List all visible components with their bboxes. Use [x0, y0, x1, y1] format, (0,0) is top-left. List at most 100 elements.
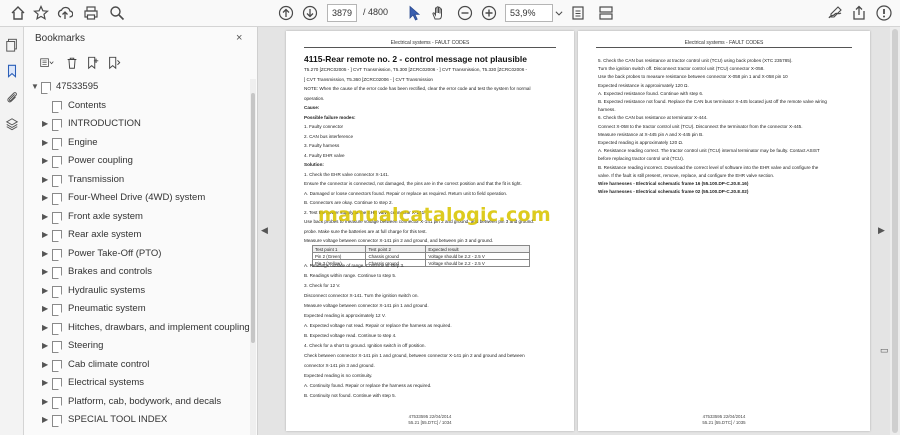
zoom-search-icon[interactable] [107, 3, 127, 23]
page-up-icon[interactable] [276, 3, 296, 23]
zoom-out-icon[interactable] [455, 3, 475, 23]
bookmark-tree: ▼ 47533595 Contents ▶ INTRODUCTION ▶ Engin… [24, 79, 249, 435]
print-icon[interactable] [81, 3, 101, 23]
page-text-line: B. Resistance reading incorrect. Downloa… [598, 164, 819, 170]
bookmark-item[interactable]: ▶ INTRODUCTION [24, 116, 249, 134]
bookmarks-scroll-thumb[interactable] [251, 93, 255, 343]
bookmark-item[interactable]: ▶ Hitches, drawbars, and implement coupli… [24, 320, 249, 338]
page-footer: 47533595 22/04/2014 55.21 [55.DTC] / 103… [286, 414, 574, 425]
bookmark-item[interactable]: ▶ Front axle system [24, 209, 249, 227]
bookmark-item[interactable]: ▶ Steering [24, 338, 249, 356]
expand-caret-icon[interactable]: ▶ [42, 119, 48, 128]
pages-icon[interactable] [3, 36, 21, 54]
home-icon[interactable] [8, 3, 28, 23]
expand-caret-icon[interactable]: ▶ [42, 193, 48, 202]
bookmark-item[interactable]: ▶ Power Take-Off (PTO) [24, 246, 249, 264]
bookmark-item[interactable]: ▶ Brakes and controls [24, 264, 249, 282]
expand-caret-icon[interactable]: ▶ [42, 304, 48, 313]
page-down-icon[interactable] [300, 3, 320, 23]
zoom-level-input[interactable]: 53,9% [505, 4, 553, 22]
sign-icon[interactable] [825, 3, 845, 23]
page-text-line: 4. Faulty EHR valve [304, 152, 345, 158]
table-header: Expected result [425, 245, 530, 253]
bookmark-item[interactable]: Contents [24, 98, 249, 116]
expand-caret-icon[interactable]: ▶ [42, 415, 48, 424]
expand-caret-icon[interactable]: ▶ [42, 175, 48, 184]
zoom-in-icon[interactable] [479, 3, 499, 23]
document-scrollbar[interactable] [890, 27, 900, 435]
bookmark-item[interactable]: ▶ Cab climate control [24, 357, 249, 375]
bookmark-label: INTRODUCTION [68, 118, 141, 129]
bookmark-page-icon [52, 119, 62, 131]
bookmark-item[interactable]: ▶ Transmission [24, 172, 249, 190]
attachments-icon[interactable] [3, 88, 21, 106]
bookmark-item[interactable]: ▶ Hydraulic systems [24, 283, 249, 301]
collapse-caret-icon[interactable]: ▼ [31, 82, 39, 91]
bookmark-item[interactable]: ▶ Power coupling [24, 153, 249, 171]
page-text-line: B. Expected voltage read. Continue to st… [304, 333, 397, 338]
expand-caret-icon[interactable]: ▶ [42, 286, 48, 295]
header-rule [304, 47, 556, 48]
expand-bookmark-icon[interactable] [106, 55, 122, 71]
expand-caret-icon[interactable]: ▶ [42, 230, 48, 239]
comment-bubble-icon[interactable]: ▭ [880, 345, 890, 355]
expand-caret-icon[interactable]: ▶ [42, 212, 48, 221]
share-icon[interactable] [849, 3, 869, 23]
bookmark-item[interactable]: ▶ Electrical systems [24, 375, 249, 393]
select-cursor-icon[interactable] [404, 3, 424, 23]
bookmark-item[interactable]: ▶ Four-Wheel Drive (4WD) system [24, 190, 249, 208]
scroll-mode-icon[interactable] [596, 3, 616, 23]
hand-icon[interactable] [428, 3, 448, 23]
expand-caret-icon[interactable]: ▶ [42, 267, 48, 276]
zoom-dropdown-icon[interactable] [554, 3, 564, 23]
expand-caret-icon[interactable]: ▶ [42, 156, 48, 165]
expand-caret-icon[interactable]: ▶ [42, 249, 48, 258]
header-rule [596, 47, 852, 48]
bookmark-item[interactable]: ▶ SPECIAL TOOL INDEX [24, 412, 249, 430]
bookmark-item[interactable]: ▶ Pneumatic system [24, 301, 249, 319]
expand-caret-icon[interactable]: ▶ [42, 360, 48, 369]
expand-caret-icon[interactable]: ▶ [42, 341, 48, 350]
page-text-line: NOTE: When the cause of the error code h… [304, 86, 531, 91]
upload-icon[interactable] [55, 3, 75, 23]
page-number-input[interactable]: 3879 [327, 4, 357, 22]
bookmark-page-icon [52, 193, 62, 205]
expand-caret-icon[interactable]: ▶ [42, 397, 48, 406]
page-text-line: A. Resistance reading correct. The tract… [598, 148, 820, 154]
page-text-line: Connect X-058 to the tractor control uni… [598, 123, 803, 129]
page-text-line: Disconnect connector X-141. Turn the ign… [304, 293, 419, 298]
page-text-line: A. Continuity found. Repair or replace t… [304, 383, 432, 388]
page-text-line: Check between connector X-141 pin 1 and … [304, 353, 525, 358]
next-page-arrow-icon[interactable]: ▶ [878, 225, 885, 236]
layers-icon[interactable] [3, 115, 21, 133]
bookmark-star-icon[interactable] [31, 3, 51, 23]
delete-bookmark-icon[interactable] [64, 55, 80, 71]
bookmark-page-icon [52, 341, 62, 353]
bookmark-root[interactable]: ▼ 47533595 [24, 79, 249, 97]
page-text-line: ] CVT Transmission, T5.360 [ZCRC02006 - … [304, 76, 433, 82]
expand-caret-icon[interactable]: ▶ [42, 323, 48, 332]
page-text-line: Ensure the connector is connected, not d… [304, 181, 522, 186]
page-text-line: 4. Check for a short to ground. Ignition… [304, 343, 426, 348]
document-scroll-thumb[interactable] [892, 29, 898, 433]
bookmark-page-icon [52, 415, 62, 427]
collapse-panel-arrow-icon[interactable]: ◀ [261, 225, 268, 236]
bookmark-label: Electrical systems [68, 377, 145, 388]
bookmark-page-icon [52, 156, 62, 168]
page-text-line: probe. Make sure the batteries are at fu… [304, 228, 427, 234]
bookmark-item[interactable]: ▶ Engine [24, 135, 249, 153]
bookmarks-icon[interactable] [3, 62, 21, 80]
account-icon[interactable] [874, 3, 894, 23]
bookmarks-scrollbar[interactable] [250, 79, 256, 435]
bookmark-item[interactable]: ▶ Rear axle system [24, 227, 249, 245]
expand-caret-icon[interactable]: ▶ [42, 378, 48, 387]
bookmark-page-icon [52, 359, 62, 372]
bookmark-item[interactable]: ▶ Platform, cab, bodywork, and decals [24, 394, 249, 412]
page-text-line: A. Damaged or loose connectors found. Re… [304, 190, 508, 196]
close-panel-icon[interactable]: × [236, 32, 242, 44]
expand-caret-icon[interactable]: ▶ [42, 138, 48, 147]
add-bookmark-icon[interactable] [85, 55, 101, 71]
bookmark-options-icon[interactable] [35, 55, 59, 71]
bookmark-label: Hydraulic systems [68, 284, 146, 296]
fit-page-icon[interactable] [568, 3, 588, 23]
